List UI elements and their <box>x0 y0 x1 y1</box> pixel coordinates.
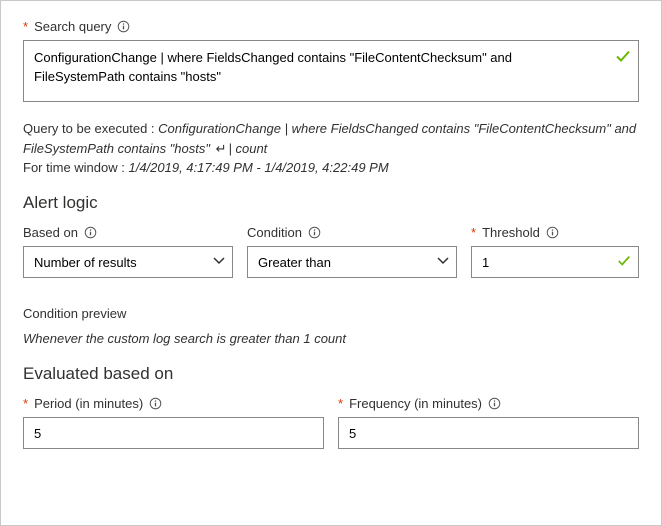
based-on-label-text: Based on <box>23 225 78 240</box>
condition-select[interactable]: Greater than <box>247 246 457 278</box>
based-on-select[interactable]: Number of results <box>23 246 233 278</box>
based-on-col: Based on Number of results <box>23 225 233 278</box>
required-asterisk: * <box>23 396 28 411</box>
info-icon[interactable] <box>84 226 97 239</box>
period-col: * Period (in minutes) <box>23 396 324 449</box>
info-icon[interactable] <box>117 20 130 33</box>
condition-label-text: Condition <box>247 225 302 240</box>
info-icon[interactable] <box>149 397 162 410</box>
info-icon[interactable] <box>308 226 321 239</box>
threshold-col: * Threshold <box>471 225 639 278</box>
threshold-input[interactable] <box>471 246 639 278</box>
frequency-input[interactable] <box>338 417 639 449</box>
alert-config-panel: * Search query Query to be executed : Co… <box>0 0 662 526</box>
evaluated-row: * Period (in minutes) * Frequency (in mi… <box>23 396 639 449</box>
required-asterisk: * <box>338 396 343 411</box>
frequency-label-text: Frequency (in minutes) <box>349 396 482 411</box>
search-query-input[interactable] <box>23 40 639 102</box>
return-icon: ↵ <box>214 141 229 156</box>
evaluated-heading: Evaluated based on <box>23 364 639 384</box>
check-icon <box>615 48 631 67</box>
condition-col: Condition Greater than <box>247 225 457 278</box>
period-input[interactable] <box>23 417 324 449</box>
search-query-label: * Search query <box>23 19 639 34</box>
threshold-label-text: Threshold <box>482 225 540 240</box>
time-window-prefix: For time window : <box>23 160 128 175</box>
search-query-wrap <box>23 40 639 105</box>
info-icon[interactable] <box>546 226 559 239</box>
condition-preview-label: Condition preview <box>23 306 639 321</box>
info-icon[interactable] <box>488 397 501 410</box>
threshold-label: * Threshold <box>471 225 639 240</box>
required-asterisk: * <box>471 225 476 240</box>
period-label-text: Period (in minutes) <box>34 396 143 411</box>
frequency-label: * Frequency (in minutes) <box>338 396 639 411</box>
condition-label: Condition <box>247 225 457 240</box>
search-query-label-text: Search query <box>34 19 111 34</box>
condition-preview-text: Whenever the custom log search is greate… <box>23 331 639 346</box>
based-on-label: Based on <box>23 225 233 240</box>
alert-logic-heading: Alert logic <box>23 193 639 213</box>
query-execution-preview: Query to be executed : ConfigurationChan… <box>23 119 639 158</box>
alert-logic-row: Based on Number of results Condition <box>23 225 639 278</box>
time-window-value: 1/4/2019, 4:17:49 PM - 1/4/2019, 4:22:49… <box>128 160 388 175</box>
exec-count-text: | count <box>229 141 268 156</box>
period-label: * Period (in minutes) <box>23 396 324 411</box>
frequency-col: * Frequency (in minutes) <box>338 396 639 449</box>
exec-prefix: Query to be executed : <box>23 121 158 136</box>
required-asterisk: * <box>23 19 28 34</box>
check-icon <box>617 254 631 271</box>
time-window-line: For time window : 1/4/2019, 4:17:49 PM -… <box>23 160 639 175</box>
